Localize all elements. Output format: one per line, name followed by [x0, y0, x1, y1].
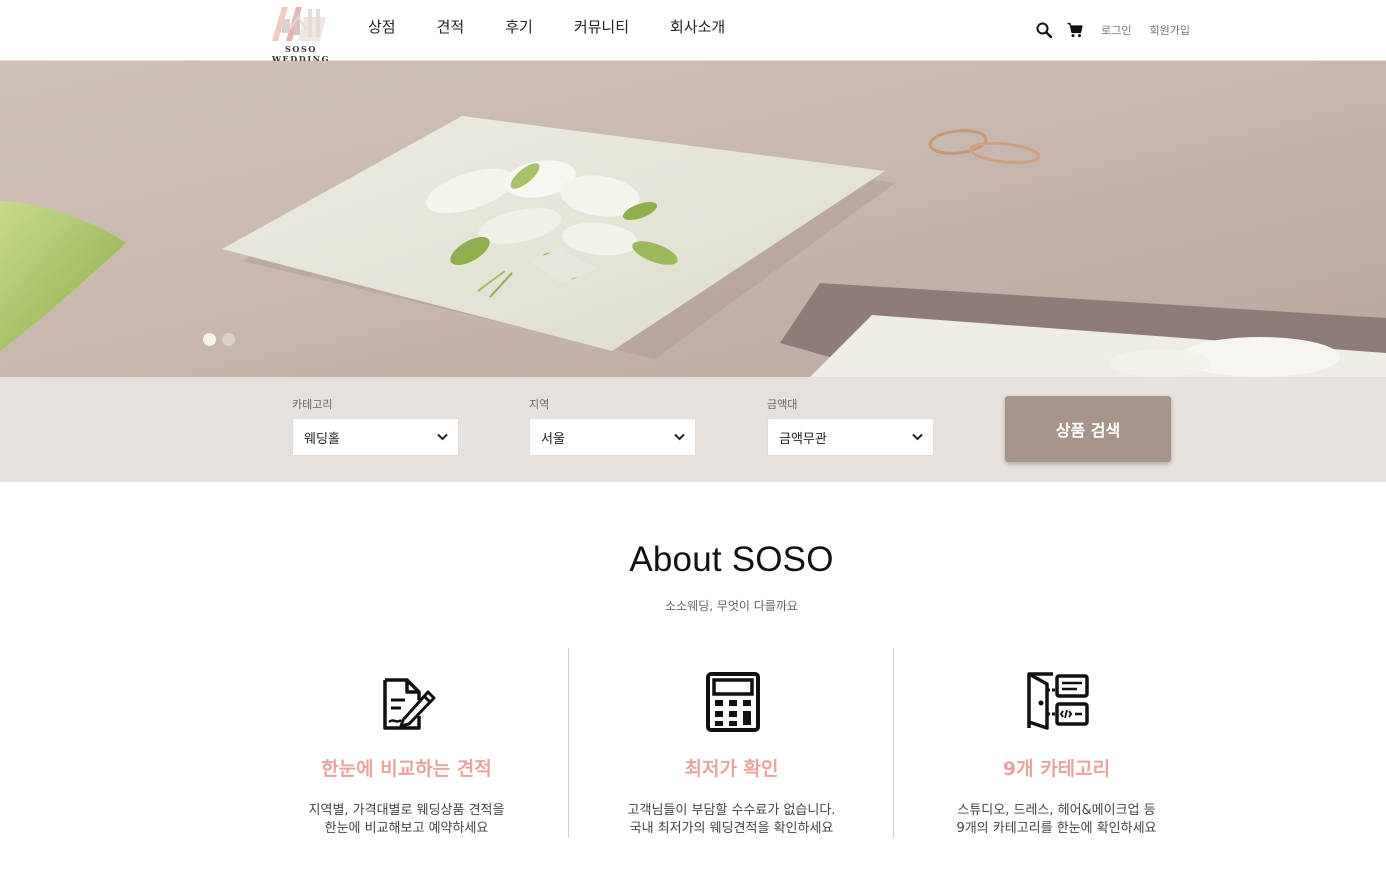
categories-icon: [1026, 672, 1089, 730]
nav-item-community[interactable]: 커뮤니티: [574, 16, 629, 40]
region-field: 지역 서울: [529, 397, 696, 456]
category-field: 카테고리 웨딩홀: [292, 397, 459, 456]
main-nav: 상점 견적 후기 커뮤니티 회사소개: [368, 16, 725, 40]
feature-description: 지역별, 가격대별로 웨딩상품 견적을 한눈에 비교해보고 예약하세요: [244, 802, 569, 838]
price-field: 금액대 금액무관: [767, 397, 934, 456]
feature-desc-line: 국내 최저가의 웨딩견적을 확인하세요: [629, 821, 834, 836]
slider-dot-2[interactable]: [222, 333, 235, 346]
feature-lowest-price: 최저가 확인 고객님들이 부담할 수수료가 없습니다. 국내 최저가의 웨딩견적…: [569, 648, 894, 838]
nav-item-estimate[interactable]: 견적: [437, 16, 465, 40]
product-search-bar: 카테고리 웨딩홀 지역 서울 금액대 금액무관 상품 검색: [0, 377, 1386, 482]
about-subtitle: 소소웨딩, 무엇이 다를까요: [665, 599, 798, 613]
nav-item-reviews[interactable]: 후기: [505, 16, 533, 40]
region-select[interactable]: 서울: [529, 418, 696, 456]
header-tools: 로그인 회원가입: [1035, 18, 1190, 42]
feature-categories: 9개 카테고리 스튜디오, 드레스, 헤어&메이크업 등 9개의 카테고리를 한…: [894, 648, 1219, 838]
signup-link[interactable]: 회원가입: [1150, 22, 1190, 38]
cart-icon[interactable]: [1066, 21, 1084, 39]
site-header: SOSO WEDDING 상점 견적 후기 커뮤니티 회사소개 로그인 회원가입: [0, 0, 1386, 64]
region-value: 서울: [541, 431, 565, 447]
search-icon[interactable]: [1035, 21, 1053, 39]
about-title: About SOSO: [629, 540, 834, 579]
chevron-down-icon: [912, 433, 923, 441]
logo-mark-icon: [272, 7, 326, 41]
feature-desc-line: 스튜디오, 드레스, 헤어&메이크업 등: [957, 803, 1156, 818]
feature-title: 한눈에 비교하는 견적: [321, 758, 492, 780]
calculator-icon: [705, 672, 760, 732]
logo[interactable]: SOSO WEDDING: [258, 3, 344, 64]
feature-desc-line: 지역별, 가격대별로 웨딩상품 견적을: [308, 803, 505, 818]
price-value: 금액무관: [779, 431, 827, 447]
category-select[interactable]: 웨딩홀: [292, 418, 459, 456]
price-label: 금액대: [767, 398, 798, 411]
feature-description: 고객님들이 부담할 수수료가 없습니다. 국내 최저가의 웨딩견적을 확인하세요: [569, 802, 894, 838]
feature-title: 9개 카테고리: [1002, 758, 1111, 780]
region-label: 지역: [529, 398, 550, 411]
feature-description: 스튜디오, 드레스, 헤어&메이크업 등 9개의 카테고리를 한눈에 확인하세요: [894, 802, 1219, 838]
feature-desc-line: 9개의 카테고리를 한눈에 확인하세요: [956, 821, 1157, 836]
category-value: 웨딩홀: [304, 431, 340, 447]
feature-desc-line: 고객님들이 부담할 수수료가 없습니다.: [627, 803, 836, 818]
nav-item-about[interactable]: 회사소개: [670, 16, 725, 40]
slider-dot-1[interactable]: [203, 333, 216, 346]
login-link[interactable]: 로그인: [1101, 22, 1131, 38]
category-label: 카테고리: [292, 398, 333, 411]
hero-image: [0, 61, 1386, 377]
product-search-button[interactable]: 상품 검색: [1005, 396, 1171, 462]
chevron-down-icon: [674, 433, 685, 441]
chevron-down-icon: [437, 433, 448, 441]
hero-banner: [0, 61, 1386, 377]
feature-desc-line: 한눈에 비교해보고 예약하세요: [324, 821, 489, 836]
slider-dots: [203, 333, 241, 346]
edit-document-icon: [382, 678, 435, 730]
feature-title: 최저가 확인: [684, 758, 779, 780]
feature-estimate: 한눈에 비교하는 견적 지역별, 가격대별로 웨딩상품 견적을 한눈에 비교해보…: [244, 648, 569, 838]
nav-item-shop[interactable]: 상점: [368, 16, 396, 40]
price-select[interactable]: 금액무관: [767, 418, 934, 456]
